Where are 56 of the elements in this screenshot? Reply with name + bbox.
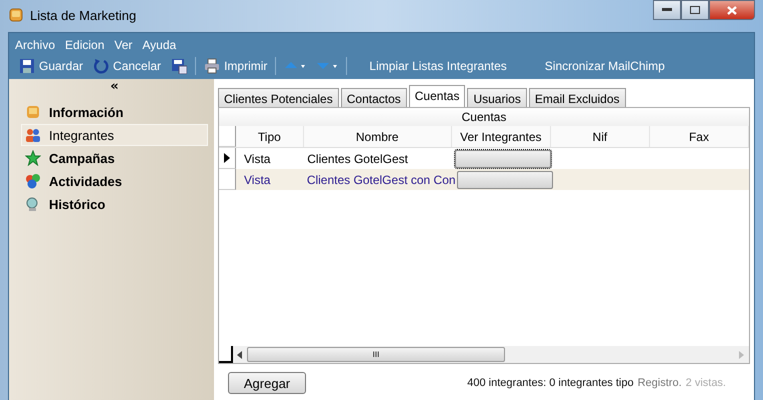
notebook-icon [8,7,24,23]
printer-icon [204,58,220,74]
sidebar-item[interactable]: Integrantes [21,124,208,146]
toolbar-button[interactable]: Sincronizar MailChimp [542,58,667,74]
toolbar-button[interactable] [169,57,190,75]
minimize-button[interactable] [653,0,681,20]
people-icon [25,127,41,143]
status-text: Registro. [638,377,682,389]
sidebar-item[interactable]: Histórico [21,193,208,215]
sidebar-item[interactable]: Actividades [21,170,208,192]
collapse-button[interactable]: « [110,79,119,94]
current-row-icon [224,153,230,163]
minimize-icon [662,8,672,12]
tab[interactable]: Usuarios [467,88,527,108]
corner-cell [219,346,233,363]
sidebar-item[interactable]: Campañas [21,147,208,169]
close-button[interactable] [709,0,755,20]
tab[interactable]: Contactos [340,88,407,108]
menu-item[interactable]: Edicion [65,38,104,52]
star-icon [25,150,41,166]
column-header: Nombre [304,126,452,147]
window-title: Lista de Marketing [30,8,136,22]
table-cell-text: Clientes GotelGest con Con [306,172,453,188]
maximize-button[interactable] [681,0,709,20]
menu-item[interactable]: Ayuda [142,38,176,52]
menu-item[interactable]: Ver [114,38,132,52]
add-button[interactable]: Agregar [228,372,306,394]
close-icon [727,6,737,14]
table-cell-text: Clientes GotelGest [306,150,409,168]
status-text: 2 vistas. [686,377,726,389]
menu-item[interactable]: Archivo [15,38,56,52]
view-members-button[interactable] [456,170,553,188]
scroll-left-icon [237,350,243,358]
sidebar-item[interactable]: Información [21,101,208,123]
view-members-button[interactable] [455,150,552,168]
table-cell-text: Vista [243,172,272,188]
toolbar-button[interactable]: Imprimir [202,57,270,75]
table-cell-text: Vista [243,150,272,168]
tab[interactable]: Email Excluidos [528,88,626,108]
tab[interactable]: Clientes Potenciales [218,88,339,108]
column-header: Nif [550,126,650,147]
column-header: Ver Integrantes [452,126,551,147]
column-header: Fax [650,126,749,147]
notebook-icon [25,104,41,120]
scroll-right-icon [739,350,745,358]
toolbar-button[interactable]: Limpiar Listas Integrantes [367,58,509,74]
maximize-icon [690,6,700,14]
colored-circles-icon [25,173,41,189]
scrollbar-thumb[interactable]: III [247,347,505,362]
undo-icon [93,58,110,74]
tab[interactable]: Cuentas [408,85,466,108]
column-header: Tipo [236,126,304,147]
down-arrow-dropdown-icon [316,60,338,72]
toolbar-button[interactable]: Guardar [17,57,86,75]
status-text: 400 integrantes: 0 integrantes tipo [467,377,634,389]
toolbar-button[interactable]: Cancelar [91,57,164,75]
